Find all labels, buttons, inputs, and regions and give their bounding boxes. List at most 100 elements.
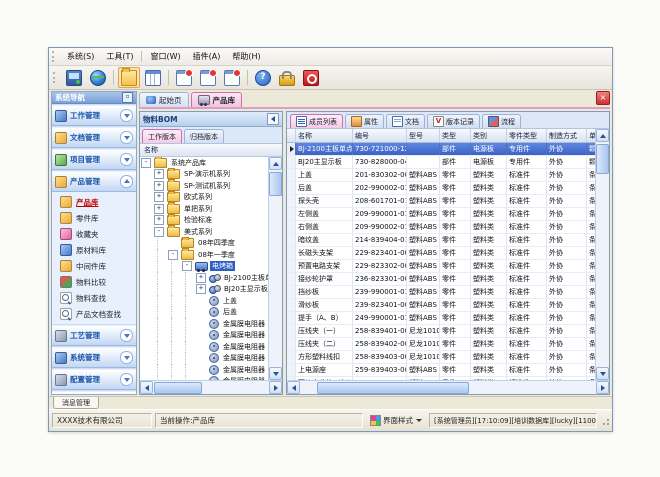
ui-style-button[interactable]: 界面样式 (366, 413, 426, 428)
globe-button[interactable] (87, 67, 109, 88)
tree-node-BJ20主显示板[interactable]: + BJ20主显示板 (140, 284, 268, 296)
collapse-icon[interactable]: - (154, 227, 164, 237)
exit-button[interactable] (300, 67, 322, 88)
tree-node-后盖[interactable]: 后盖 (140, 307, 268, 319)
sidebar-item-原材料库[interactable]: 原材料库 (52, 242, 136, 258)
scroll-up-button[interactable] (269, 157, 282, 170)
table-row[interactable]: 滑纱板239-823401-00I塑料ABS零件塑料类标准件外协条 (287, 299, 595, 312)
sidebar-group-工艺管理[interactable]: 工艺管理 (52, 325, 136, 346)
window-refresh-button[interactable] (197, 67, 219, 88)
table-row[interactable]: 后盖202-990002-01I塑料ABS零件塑料类标准件外协条 (287, 182, 595, 195)
scroll-up-button[interactable] (596, 129, 609, 142)
tree-node-label[interactable]: 系统产品库 (169, 158, 208, 168)
table-row[interactable]: BJ-2100主板单点730-721000-12I部件电源板专用件外协颗 (287, 143, 595, 156)
tab-成员列表[interactable]: 成员列表 (290, 114, 343, 128)
tree-node-label[interactable]: 单把系列 (182, 204, 214, 214)
scroll-thumb[interactable] (154, 382, 202, 394)
tab-归档版本[interactable]: 归档版本 (184, 129, 224, 143)
tree-node-欧式系列[interactable]: +欧式系列 (140, 192, 268, 204)
sidebar-item-零件库[interactable]: 零件库 (52, 210, 136, 226)
tree-node-电烤箱[interactable]: -电烤箱 (140, 261, 268, 273)
tree-node-金属膜电阻器[interactable]: 金属膜电阻器 (140, 318, 268, 330)
table-row[interactable]: 压线夹（二）258-839402-00I尼龙1010零件塑料类标准件外协条 (287, 338, 595, 351)
sidebar-item-物料查找[interactable]: 物料查找 (52, 290, 136, 306)
collapse-icon[interactable]: - (168, 250, 178, 260)
column-header-零件类型[interactable]: 零件类型 (507, 129, 547, 142)
tree-node-label[interactable]: 金属膜电阻器 (221, 319, 267, 329)
toolbar-grip[interactable] (53, 72, 59, 83)
expand-icon[interactable]: + (196, 284, 206, 294)
table-row[interactable]: 上电源座259-839403-00I塑料ABS零件塑料类标准件外协条 (287, 364, 595, 377)
tab-流程[interactable]: 流程 (482, 114, 521, 128)
scroll-down-button[interactable] (596, 367, 609, 380)
table-vertical-scrollbar[interactable] (595, 129, 609, 380)
sidebar-pin-button[interactable]: ▫ (122, 92, 133, 103)
collapse-panel-button[interactable] (267, 113, 279, 125)
tree-vertical-scrollbar[interactable] (268, 157, 282, 380)
column-header-类别[interactable]: 类别 (471, 129, 507, 142)
tree-node-label[interactable]: 美式系列 (182, 227, 214, 237)
chevron-down-icon[interactable] (120, 351, 133, 364)
menu-plugins[interactable]: 插件(A) (187, 49, 227, 64)
tree-node-金属膜电阻器[interactable]: 金属膜电阻器 (140, 330, 268, 342)
tree-node-label[interactable]: 08年四季度 (196, 238, 237, 248)
scroll-down-button[interactable] (269, 367, 282, 380)
tree-node-label[interactable]: 欧式系列 (182, 192, 214, 202)
sidebar-item-产品文档查找[interactable]: 产品文档查找 (52, 306, 136, 322)
chevron-down-icon[interactable] (120, 373, 133, 386)
tree-node-金属膜电阻器[interactable]: 金属膜电阻器 (140, 364, 268, 376)
collapse-icon[interactable]: - (141, 158, 151, 168)
column-header-单位[interactable]: 单位 (587, 129, 595, 142)
chevron-down-icon[interactable] (120, 109, 133, 122)
table-row[interactable]: 暗纹盖214-839404-01I塑料ABS零件塑料类标准件外协条 (287, 234, 595, 247)
window-delete-button[interactable] (221, 67, 243, 88)
table-row[interactable]: 提手（A、B）249-990001-01I塑料ABS零件塑料类标准件外协条 (287, 312, 595, 325)
table-row[interactable]: 右侧盖209-990002-01I塑料ABS零件塑料类标准件外协条 (287, 221, 595, 234)
sidebar-item-中间件库[interactable]: 中间件库 (52, 258, 136, 274)
table-row[interactable]: 接纱轮护罩236-823301-00I塑料ABS零件塑料类标准件外协条 (287, 273, 595, 286)
chevron-down-icon[interactable] (120, 131, 133, 144)
column-header-制造方式[interactable]: 制造方式 (547, 129, 587, 142)
tree-node-检验标准[interactable]: +检验标准 (140, 215, 268, 227)
lock-button[interactable] (276, 67, 298, 88)
column-header-编号[interactable]: 编号 (353, 129, 407, 142)
tree-node-label[interactable]: BJ-2100主板单点 (222, 273, 268, 283)
close-tab-button[interactable]: × (596, 91, 610, 105)
scroll-left-button[interactable] (140, 381, 153, 394)
tree-node-BJ-2100主板单点[interactable]: + BJ-2100主板单点 (140, 272, 268, 284)
sidebar-group-SP扩展功能[interactable]: SPSP扩展功能 (52, 391, 136, 395)
tab-产品库[interactable]: 产品库 (191, 92, 243, 107)
sidebar-group-配置管理[interactable]: 配置管理 (52, 369, 136, 390)
table-row[interactable]: 探头壳208-601701-01I塑料ABS零件塑料类标准件外协条 (287, 195, 595, 208)
scroll-right-button[interactable] (596, 381, 609, 394)
scroll-right-button[interactable] (269, 381, 282, 394)
column-header-型号[interactable]: 型号 (407, 129, 440, 142)
grid-view-button[interactable] (142, 67, 164, 88)
sidebar-group-项目管理[interactable]: 项目管理 (52, 149, 136, 170)
expand-icon[interactable]: + (196, 273, 206, 283)
message-tab[interactable]: 消息管理 (53, 397, 99, 409)
tree-node-label[interactable]: SP-测试机系列 (182, 181, 232, 191)
tab-文档[interactable]: 文档 (386, 114, 425, 128)
tree-node-金属膜电阻器[interactable]: 金属膜电阻器 (140, 341, 268, 353)
scroll-thumb[interactable] (596, 144, 609, 174)
tab-版本记录[interactable]: V版本记录 (427, 114, 480, 128)
sidebar-item-物料比较[interactable]: 物料比较 (52, 274, 136, 290)
chevron-down-icon[interactable] (120, 329, 133, 342)
tree-node-SP-测试机系列[interactable]: +SP-测试机系列 (140, 180, 268, 192)
tree-node-label[interactable]: 金属膜电阻器 (221, 353, 267, 363)
folder-button[interactable] (118, 67, 140, 88)
tab-属性[interactable]: 属性 (345, 114, 384, 128)
tab-工作版本[interactable]: 工作版本 (142, 129, 182, 143)
scroll-thumb[interactable] (317, 382, 469, 394)
table-row[interactable]: 预置电路支架229-823302-00I塑料ABS零件塑料类标准件外协条 (287, 260, 595, 273)
sidebar-group-工作管理[interactable]: 工作管理 (52, 105, 136, 126)
tree-node-label[interactable]: BJ20主显示板 (222, 284, 268, 294)
sidebar-item-收藏夹[interactable]: 收藏夹 (52, 226, 136, 242)
column-header-类型[interactable]: 类型 (440, 129, 471, 142)
table-row[interactable]: BJ20主显示板730-828000-04I部件电源板专用件外协颗 (287, 156, 595, 169)
tree-node-label[interactable]: 08年一季度 (196, 250, 237, 260)
table-row[interactable]: 挡纱板239-990001-01I塑料ABS零件塑料类标准件外协条 (287, 286, 595, 299)
sidebar-item-产品库[interactable]: 产品库 (52, 194, 136, 210)
chevron-up-icon[interactable] (120, 175, 133, 188)
